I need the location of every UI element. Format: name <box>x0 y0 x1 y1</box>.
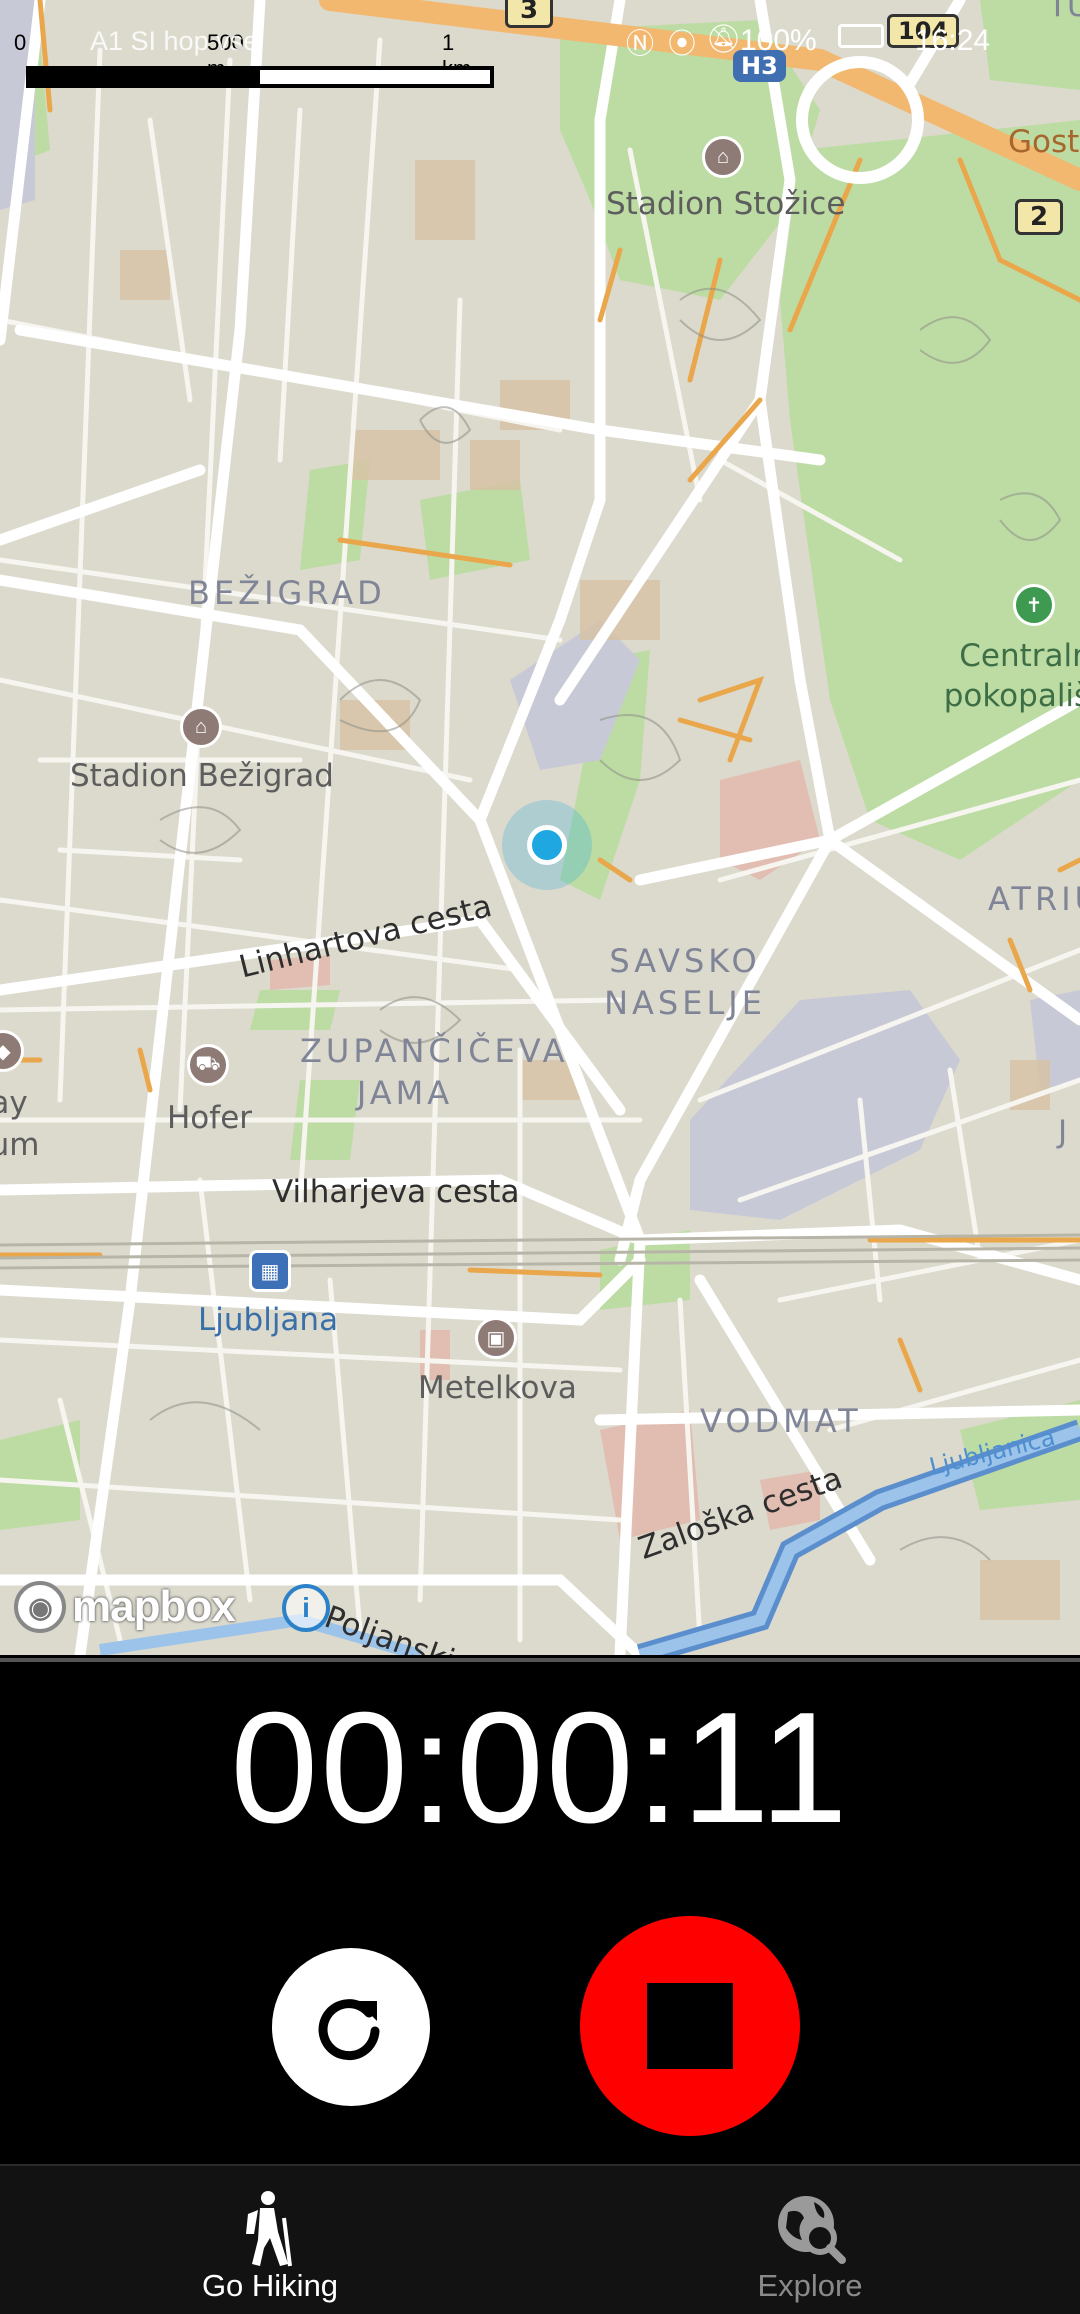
stadium-icon[interactable]: ⌂ <box>180 706 222 748</box>
scale-zero: 0 <box>14 30 27 55</box>
elapsed-timer: 00:00:11 <box>230 1680 850 1856</box>
globe-search-icon <box>778 2196 846 2264</box>
cemetery-icon[interactable]: ✝ <box>1013 584 1055 626</box>
mapbox-wordmark: mapbox <box>72 1582 236 1631</box>
route-badge-2: 2 <box>1015 199 1064 235</box>
location-icon: ⦿ <box>668 28 697 59</box>
nav-label-explore: Explore <box>757 2268 863 2303</box>
hiker-icon <box>246 2191 292 2267</box>
stadium-icon[interactable]: ⌂ <box>702 136 744 178</box>
status-time: 16:24 <box>915 24 991 57</box>
mapbox-logo[interactable]: ◉ mapbox <box>14 1578 236 1636</box>
reset-button[interactable] <box>272 1948 430 2106</box>
nav-item-go-hiking[interactable]: Go Hiking <box>120 2166 420 2314</box>
battery-icon <box>838 24 884 48</box>
train-station-icon[interactable]: ▦ <box>249 1250 291 1292</box>
poi-gosti: Gosti <box>1008 124 1080 160</box>
district-vodmat: VODMAT <box>700 1402 862 1440</box>
rotate-cw-icon <box>318 1999 380 2061</box>
poi-metelkova[interactable]: Metelkova <box>418 1370 577 1406</box>
district-atriu: ATRIU <box>988 880 1080 918</box>
stop-button[interactable] <box>580 1916 800 2136</box>
info-icon[interactable]: i <box>282 1584 330 1632</box>
poi-railway-museum[interactable]: Railway Museum <box>0 1082 148 1166</box>
stop-icon <box>647 1983 733 2069</box>
mute-icon: 🔕︎ <box>706 23 742 54</box>
gallery-icon[interactable]: ▣ <box>475 1317 517 1359</box>
nav-label-go-hiking: Go Hiking <box>201 2268 339 2303</box>
poi-stadion-bezigrad[interactable]: Stadion Bežigrad <box>70 758 334 794</box>
carrier-name: A1 SI hop vse <box>90 26 259 56</box>
map-view[interactable]: 3 H3 104 2 ⌂ ⌂ ✝ ⛟ ◆ ▣ ▦ Stadion Stožice… <box>0 0 1080 1655</box>
nav-item-explore[interactable]: Explore <box>660 2166 960 2314</box>
poi-stadion-stozice[interactable]: Stadion Stožice <box>606 186 845 222</box>
status-bar: 0 500 m 1 km A1 SI hop vse Ⓝ ⦿ 🔕︎ 100% 1… <box>0 0 1080 88</box>
current-location-marker[interactable] <box>502 800 592 890</box>
district-zupanciceva-jama: ZUPANČIČEVA JAMA <box>300 1032 569 1112</box>
poi-centralno-pokopalisce[interactable]: Centralno pokopališče <box>905 636 1080 716</box>
nfc-icon: Ⓝ <box>626 28 655 59</box>
poi-hofer[interactable]: Hofer <box>167 1100 252 1136</box>
road-vilharjeva-cesta: Vilharjeva cesta <box>272 1174 520 1210</box>
scale-line <box>26 66 494 88</box>
poi-ljubljana-station[interactable]: Ljubljana <box>198 1302 338 1338</box>
district-bezigrad: BEŽIGRAD <box>188 574 386 612</box>
shop-cart-icon[interactable]: ⛟ <box>187 1044 229 1086</box>
district-savsko-naselje: SAVSKO NASELJE <box>604 942 766 1022</box>
poi-right-edge: J <box>1058 1114 1068 1150</box>
battery-percent: 100% <box>740 24 817 57</box>
mapbox-logo-icon: ◉ <box>14 1581 66 1633</box>
bottom-nav: Go Hiking Explore <box>0 2164 1080 2314</box>
